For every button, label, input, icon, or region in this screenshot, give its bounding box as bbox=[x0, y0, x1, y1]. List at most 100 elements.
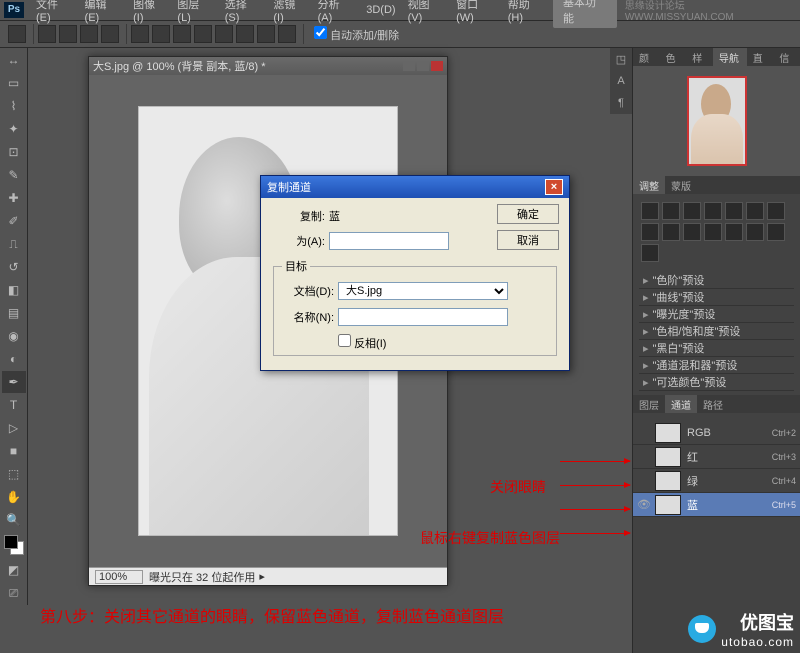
eraser-tool[interactable]: ◧ bbox=[2, 279, 26, 301]
preset-selective[interactable]: ▸"可选颜色"预设 bbox=[639, 374, 794, 391]
menu-3d[interactable]: 3D(D) bbox=[362, 2, 399, 18]
poly-icon[interactable] bbox=[236, 25, 254, 43]
menu-view[interactable]: 视图(V) bbox=[404, 0, 449, 26]
menu-edit[interactable]: 编辑(E) bbox=[81, 0, 126, 26]
line-icon[interactable] bbox=[257, 25, 275, 43]
preset-levels[interactable]: ▸"色阶"预设 bbox=[639, 272, 794, 289]
quickmask-tool[interactable]: ◩ bbox=[2, 559, 26, 581]
eye-icon[interactable] bbox=[637, 426, 651, 440]
tab-mask[interactable]: 蒙版 bbox=[665, 176, 697, 194]
tab-channels[interactable]: 通道 bbox=[665, 395, 697, 413]
preset-exposure[interactable]: ▸"曝光度"预设 bbox=[639, 306, 794, 323]
eyedropper-tool[interactable]: ✎ bbox=[2, 164, 26, 186]
menu-file[interactable]: 文件(E) bbox=[32, 0, 77, 26]
brush-tool[interactable]: ✐ bbox=[2, 210, 26, 232]
adj-curves-icon[interactable] bbox=[683, 202, 701, 220]
adj-poster-icon[interactable] bbox=[725, 223, 743, 241]
dodge-tool[interactable]: ◐ bbox=[2, 348, 26, 370]
blur-tool[interactable]: ◉ bbox=[2, 325, 26, 347]
dialog-titlebar[interactable]: 复制通道 × bbox=[261, 176, 569, 198]
path-tool[interactable]: ▷ bbox=[2, 417, 26, 439]
adj-brightness-icon[interactable] bbox=[641, 202, 659, 220]
adj-levels-icon[interactable] bbox=[662, 202, 680, 220]
menu-help[interactable]: 帮助(H) bbox=[504, 0, 549, 26]
screenmode-tool[interactable]: ⎚ bbox=[2, 582, 26, 604]
maximize-icon[interactable] bbox=[417, 61, 429, 71]
hand-tool[interactable]: ✋ bbox=[2, 486, 26, 508]
menu-image[interactable]: 图像(I) bbox=[129, 0, 169, 26]
para-icon[interactable]: ¶ bbox=[610, 92, 632, 114]
workspace-basic[interactable]: 基本功能 bbox=[553, 0, 617, 28]
adj-thresh-icon[interactable] bbox=[746, 223, 764, 241]
name-input[interactable] bbox=[338, 308, 508, 326]
history-icon[interactable]: ◳ bbox=[610, 48, 632, 70]
preset-mixer[interactable]: ▸"通道混和器"预设 bbox=[639, 357, 794, 374]
zoom-input[interactable]: 100% bbox=[95, 570, 143, 584]
adj-invert-icon[interactable] bbox=[704, 223, 722, 241]
path-op-3[interactable] bbox=[80, 25, 98, 43]
tab-adjustments[interactable]: 调整 bbox=[633, 176, 665, 194]
crop-tool[interactable]: ⊡ bbox=[2, 141, 26, 163]
char-icon[interactable]: A bbox=[610, 70, 632, 92]
tab-style[interactable]: 样式 bbox=[686, 48, 713, 66]
path-op-4[interactable] bbox=[101, 25, 119, 43]
menu-layer[interactable]: 图层(L) bbox=[173, 0, 216, 26]
move-tool[interactable]: ↔ bbox=[2, 49, 26, 71]
tab-info[interactable]: 信息 bbox=[773, 48, 800, 66]
pen-icon[interactable] bbox=[131, 25, 149, 43]
preset-bw[interactable]: ▸"黑白"预设 bbox=[639, 340, 794, 357]
gradient-tool[interactable]: ▤ bbox=[2, 302, 26, 324]
channel-rgb[interactable]: RGB Ctrl+2 bbox=[633, 421, 800, 445]
lasso-tool[interactable]: ⌇ bbox=[2, 95, 26, 117]
zoom-tool[interactable]: 🔍 bbox=[2, 509, 26, 531]
menu-window[interactable]: 窗口(W) bbox=[452, 0, 500, 26]
3d-tool[interactable]: ⬚ bbox=[2, 463, 26, 485]
tab-histogram[interactable]: 直方 bbox=[747, 48, 774, 66]
eye-icon[interactable]: 👁 bbox=[637, 498, 651, 512]
as-input[interactable] bbox=[329, 232, 449, 250]
stamp-tool[interactable]: ⎍ bbox=[2, 233, 26, 255]
adj-photofilter-icon[interactable] bbox=[662, 223, 680, 241]
adj-selective-icon[interactable] bbox=[641, 244, 659, 262]
anchor-icon[interactable] bbox=[152, 25, 170, 43]
ellipse-icon[interactable] bbox=[215, 25, 233, 43]
doc-titlebar[interactable]: 大S.jpg @ 100% (背景 副本, 蓝/8) * bbox=[89, 57, 447, 75]
tab-swatch[interactable]: 色板 bbox=[660, 48, 687, 66]
close-icon[interactable] bbox=[431, 61, 443, 71]
tool-preset-icon[interactable] bbox=[8, 25, 26, 43]
marquee-tool[interactable]: ▭ bbox=[2, 72, 26, 94]
dialog-close-icon[interactable]: × bbox=[545, 179, 563, 195]
eye-icon[interactable] bbox=[637, 474, 651, 488]
pen-tool[interactable]: ✒ bbox=[2, 371, 26, 393]
menu-filter[interactable]: 滤镜(I) bbox=[269, 0, 309, 26]
adj-vibrance-icon[interactable] bbox=[725, 202, 743, 220]
invert-checkbox[interactable]: 反相(I) bbox=[338, 338, 386, 350]
cancel-button[interactable]: 取消 bbox=[497, 230, 559, 250]
menu-select[interactable]: 选择(S) bbox=[221, 0, 266, 26]
tab-color[interactable]: 颜色 bbox=[633, 48, 660, 66]
tab-navigator[interactable]: 导航器 bbox=[713, 48, 747, 66]
channel-red[interactable]: 红 Ctrl+3 bbox=[633, 445, 800, 469]
type-tool[interactable]: T bbox=[2, 394, 26, 416]
adj-balance-icon[interactable] bbox=[767, 202, 785, 220]
doc-select[interactable]: 大S.jpg bbox=[338, 282, 508, 300]
path-op-2[interactable] bbox=[59, 25, 77, 43]
shape-tool[interactable]: ■ bbox=[2, 440, 26, 462]
rect-icon[interactable] bbox=[173, 25, 191, 43]
channel-green[interactable]: 绿 Ctrl+4 bbox=[633, 469, 800, 493]
heal-tool[interactable]: ✚ bbox=[2, 187, 26, 209]
adj-gradientmap-icon[interactable] bbox=[767, 223, 785, 241]
path-op-1[interactable] bbox=[38, 25, 56, 43]
navigator-thumb[interactable] bbox=[687, 76, 747, 166]
tab-layers[interactable]: 图层 bbox=[633, 395, 665, 413]
menu-analysis[interactable]: 分析(A) bbox=[314, 0, 359, 26]
wand-tool[interactable]: ✦ bbox=[2, 118, 26, 140]
adj-bw-icon[interactable] bbox=[641, 223, 659, 241]
channel-blue[interactable]: 👁 蓝 Ctrl+5 bbox=[633, 493, 800, 517]
eye-icon[interactable] bbox=[637, 450, 651, 464]
adj-exposure-icon[interactable] bbox=[704, 202, 722, 220]
custom-icon[interactable] bbox=[278, 25, 296, 43]
adj-mixer-icon[interactable] bbox=[683, 223, 701, 241]
ok-button[interactable]: 确定 bbox=[497, 204, 559, 224]
preset-hue[interactable]: ▸"色相/饱和度"预设 bbox=[639, 323, 794, 340]
